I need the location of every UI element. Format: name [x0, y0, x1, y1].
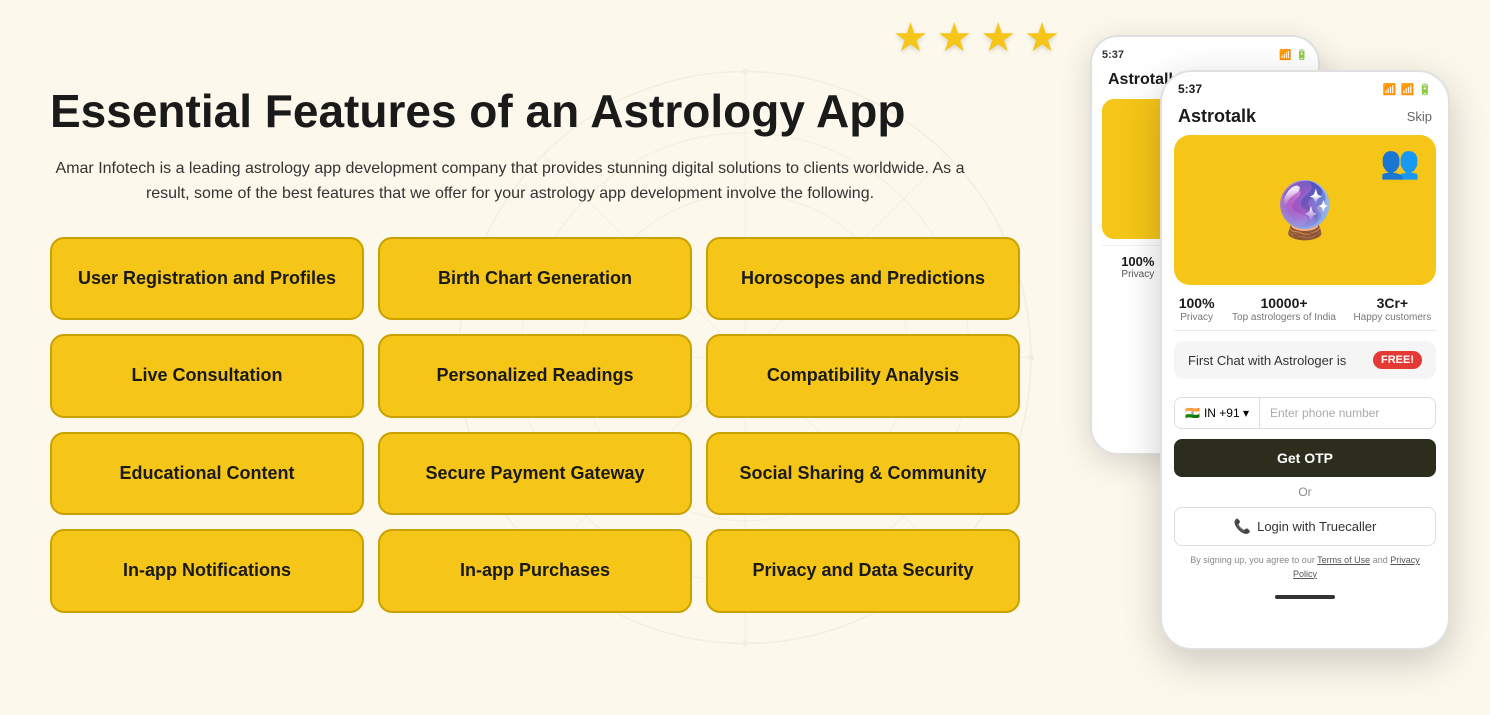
phone-front-mockup: 5:37 📶 📶 🔋 Astrotalk Skip 🔮 👥 — [1160, 70, 1450, 650]
wifi-icon: 📶 — [1279, 50, 1291, 61]
phone-back-stat-privacy-num: 100% — [1121, 254, 1154, 269]
right-section: 5:37 📶 🔋 Astrotalk Skip 🔮 👥 — [1070, 0, 1490, 715]
phone-front-status-bar: 5:37 📶 📶 🔋 — [1162, 72, 1448, 102]
truecaller-label: Login with Truecaller — [1257, 519, 1376, 534]
rating-stars: ★ ★ ★ ★ — [893, 15, 1060, 61]
feature-btn-compatibility[interactable]: Compatibility Analysis — [706, 334, 1020, 417]
feature-btn-birth-chart[interactable]: Birth Chart Generation — [378, 237, 692, 320]
first-chat-banner: First Chat with Astrologer is FREE! — [1174, 341, 1436, 379]
phone-front-appname: Astrotalk — [1178, 106, 1256, 127]
terms-of-use-link[interactable]: Terms of Use — [1317, 555, 1370, 565]
page-wrapper: ★ ★ ★ ★ Essential Features of an Astrolo… — [0, 0, 1490, 715]
first-chat-text: First Chat with Astrologer is — [1188, 353, 1346, 368]
phone-front-privacy-num: 100% — [1179, 295, 1215, 311]
phone-front-battery-icon: 🔋 — [1418, 83, 1432, 96]
phone-front-astrologers-label: Top astrologers of India — [1232, 311, 1336, 324]
phone-front-wifi-icon: 📶 — [1383, 83, 1397, 96]
feature-btn-horoscopes[interactable]: Horoscopes and Predictions — [706, 237, 1020, 320]
or-divider-text: Or — [1174, 485, 1436, 499]
page-subtitle: Amar Infotech is a leading astrology app… — [50, 156, 970, 207]
phone-back-stat-privacy-label: Privacy — [1121, 269, 1154, 280]
phone-home-indicator — [1275, 595, 1335, 599]
phone-number-input-group: 🇮🇳 IN +91 ▾ Enter phone number — [1174, 397, 1436, 429]
truecaller-icon: 📞 — [1234, 518, 1251, 535]
star-3: ★ — [980, 15, 1016, 61]
phone-front-stats: 100% Privacy 10000+ Top astrologers of I… — [1162, 285, 1448, 330]
star-2: ★ — [936, 15, 972, 61]
left-section: Essential Features of an Astrology App A… — [0, 0, 1070, 715]
phone-front-skip[interactable]: Skip — [1407, 109, 1432, 124]
phone-number-placeholder[interactable]: Enter phone number — [1260, 398, 1435, 428]
star-1: ★ — [893, 15, 929, 61]
get-otp-button[interactable]: Get OTP — [1174, 439, 1436, 477]
phone-divider-1 — [1174, 330, 1436, 331]
phone-front-customers-num: 3Cr+ — [1353, 295, 1431, 311]
phone-input-area: 🇮🇳 IN +91 ▾ Enter phone number Get OTP O… — [1162, 389, 1448, 589]
feature-btn-educational-content[interactable]: Educational Content — [50, 432, 364, 515]
country-code-text: IN +91 ▾ — [1204, 406, 1249, 420]
feature-btn-user-registration[interactable]: User Registration and Profiles — [50, 237, 364, 320]
feature-btn-inapp-purchases[interactable]: In-app Purchases — [378, 529, 692, 612]
features-grid: User Registration and Profiles Birth Cha… — [50, 237, 1020, 613]
phone-front-astrologers-num: 10000+ — [1232, 295, 1336, 311]
free-badge: FREE! — [1373, 351, 1422, 369]
phone-front-privacy-label: Privacy — [1179, 311, 1215, 324]
phone-back-time: 5:37 — [1102, 49, 1124, 61]
feature-btn-live-consultation[interactable]: Live Consultation — [50, 334, 364, 417]
feature-btn-privacy-security[interactable]: Privacy and Data Security — [706, 529, 1020, 612]
phone-area: 5:37 📶 🔋 Astrotalk Skip 🔮 👥 — [1080, 10, 1480, 690]
phone-front-time: 5:37 — [1178, 82, 1202, 96]
phone-back-status: 5:37 📶 🔋 — [1102, 49, 1308, 61]
phone-front-signal-icon: 📶 — [1401, 83, 1415, 96]
terms-of-service-text: By signing up, you agree to our Terms of… — [1174, 554, 1436, 581]
star-4: ★ — [1024, 15, 1060, 61]
phone-front-illustration: 🔮 👥 — [1174, 135, 1436, 285]
feature-btn-secure-payment[interactable]: Secure Payment Gateway — [378, 432, 692, 515]
feature-btn-social-sharing[interactable]: Social Sharing & Community — [706, 432, 1020, 515]
feature-btn-inapp-notifications[interactable]: In-app Notifications — [50, 529, 364, 612]
battery-icon: 🔋 — [1296, 50, 1308, 61]
phone-front-customers-label: Happy customers — [1353, 311, 1431, 324]
truecaller-login-button[interactable]: 📞 Login with Truecaller — [1174, 507, 1436, 546]
page-title: Essential Features of an Astrology App — [50, 85, 1030, 138]
phone-front-header: Astrotalk Skip — [1162, 102, 1448, 135]
feature-btn-personalized-readings[interactable]: Personalized Readings — [378, 334, 692, 417]
country-code-selector[interactable]: 🇮🇳 IN +91 ▾ — [1175, 398, 1260, 428]
